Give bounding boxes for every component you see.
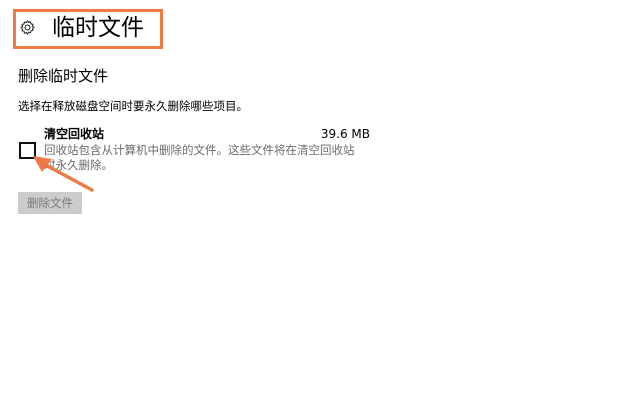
page-title: 临时文件 bbox=[52, 15, 144, 41]
annotation-arrow-icon bbox=[33, 156, 94, 192]
delete-files-button[interactable]: 删除文件 bbox=[18, 192, 82, 214]
gear-icon bbox=[20, 20, 35, 35]
section-description: 选择在释放磁盘空间时要永久删除哪些项目。 bbox=[18, 99, 248, 113]
temporary-files-page: 临时文件 删除临时文件 选择在释放磁盘空间时要永久删除哪些项目。 清空回收站 3… bbox=[0, 0, 640, 420]
recycle-bin-size: 39.6 MB bbox=[320, 127, 370, 141]
recycle-bin-label: 清空回收站 bbox=[44, 127, 105, 141]
section-title: 删除临时文件 bbox=[18, 67, 109, 85]
